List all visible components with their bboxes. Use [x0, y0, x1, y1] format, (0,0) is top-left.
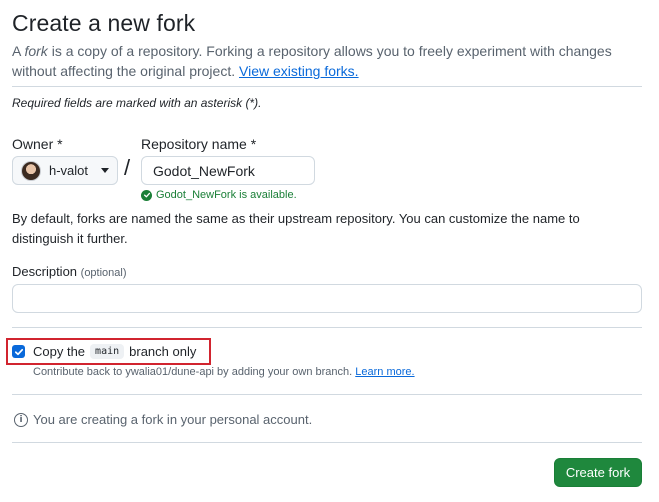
create-fork-button[interactable]: Create fork [554, 458, 642, 487]
learn-more-link[interactable]: Learn more. [355, 366, 414, 378]
repository-name-label: Repository name * [141, 136, 257, 152]
info-icon: i [14, 412, 28, 427]
divider [12, 327, 642, 328]
info-text: You are creating a fork in your personal… [33, 412, 313, 427]
copy-branch-label-start: Copy the [33, 344, 86, 359]
description-label: Description (optional) [12, 264, 127, 279]
chevron-down-icon [101, 168, 109, 173]
copy-branch-checkbox[interactable] [12, 345, 25, 358]
availability-text: Godot_NewFork is available. [156, 189, 297, 201]
subtitle-fork-term: fork [24, 43, 48, 59]
branch-name-chip: main [90, 344, 125, 359]
copy-branch-label[interactable]: Copy the main branch only [33, 344, 196, 359]
owner-value: h-valot [49, 163, 89, 178]
copy-main-branch-option: Copy the main branch only [6, 338, 211, 365]
divider [12, 442, 642, 443]
copy-branch-label-end: branch only [129, 344, 197, 359]
subtitle-text-start: A [12, 43, 25, 59]
create-fork-page: Create a new fork A fork is a copy of a … [0, 0, 659, 502]
divider [12, 394, 642, 395]
page-subtitle: A fork is a copy of a repository. Forkin… [12, 41, 642, 81]
required-fields-note: Required fields are marked with an aster… [12, 96, 262, 110]
avatar [21, 160, 41, 181]
owner-label: Owner * [12, 136, 63, 152]
copy-branch-help: Contribute back to ywalia01/dune-api by … [33, 366, 415, 378]
repository-name-input[interactable] [141, 156, 315, 185]
description-label-text: Description [12, 264, 78, 279]
availability-status: Godot_NewFork is available. [141, 189, 297, 201]
divider [12, 86, 642, 87]
naming-help-text: By default, forks are named the same as … [12, 211, 580, 246]
description-input[interactable] [12, 284, 642, 313]
check-circle-icon [141, 189, 152, 201]
view-existing-forks-link[interactable]: View existing forks. [239, 63, 359, 79]
page-title: Create a new fork [12, 10, 196, 36]
copy-branch-help-text: Contribute back to ywalia01/dune-api by … [33, 366, 353, 378]
owner-select[interactable]: h-valot [12, 156, 118, 185]
personal-account-info: i You are creating a fork in your person… [14, 412, 312, 427]
owner-repo-separator: / [124, 155, 131, 180]
optional-tag: (optional) [80, 267, 127, 279]
